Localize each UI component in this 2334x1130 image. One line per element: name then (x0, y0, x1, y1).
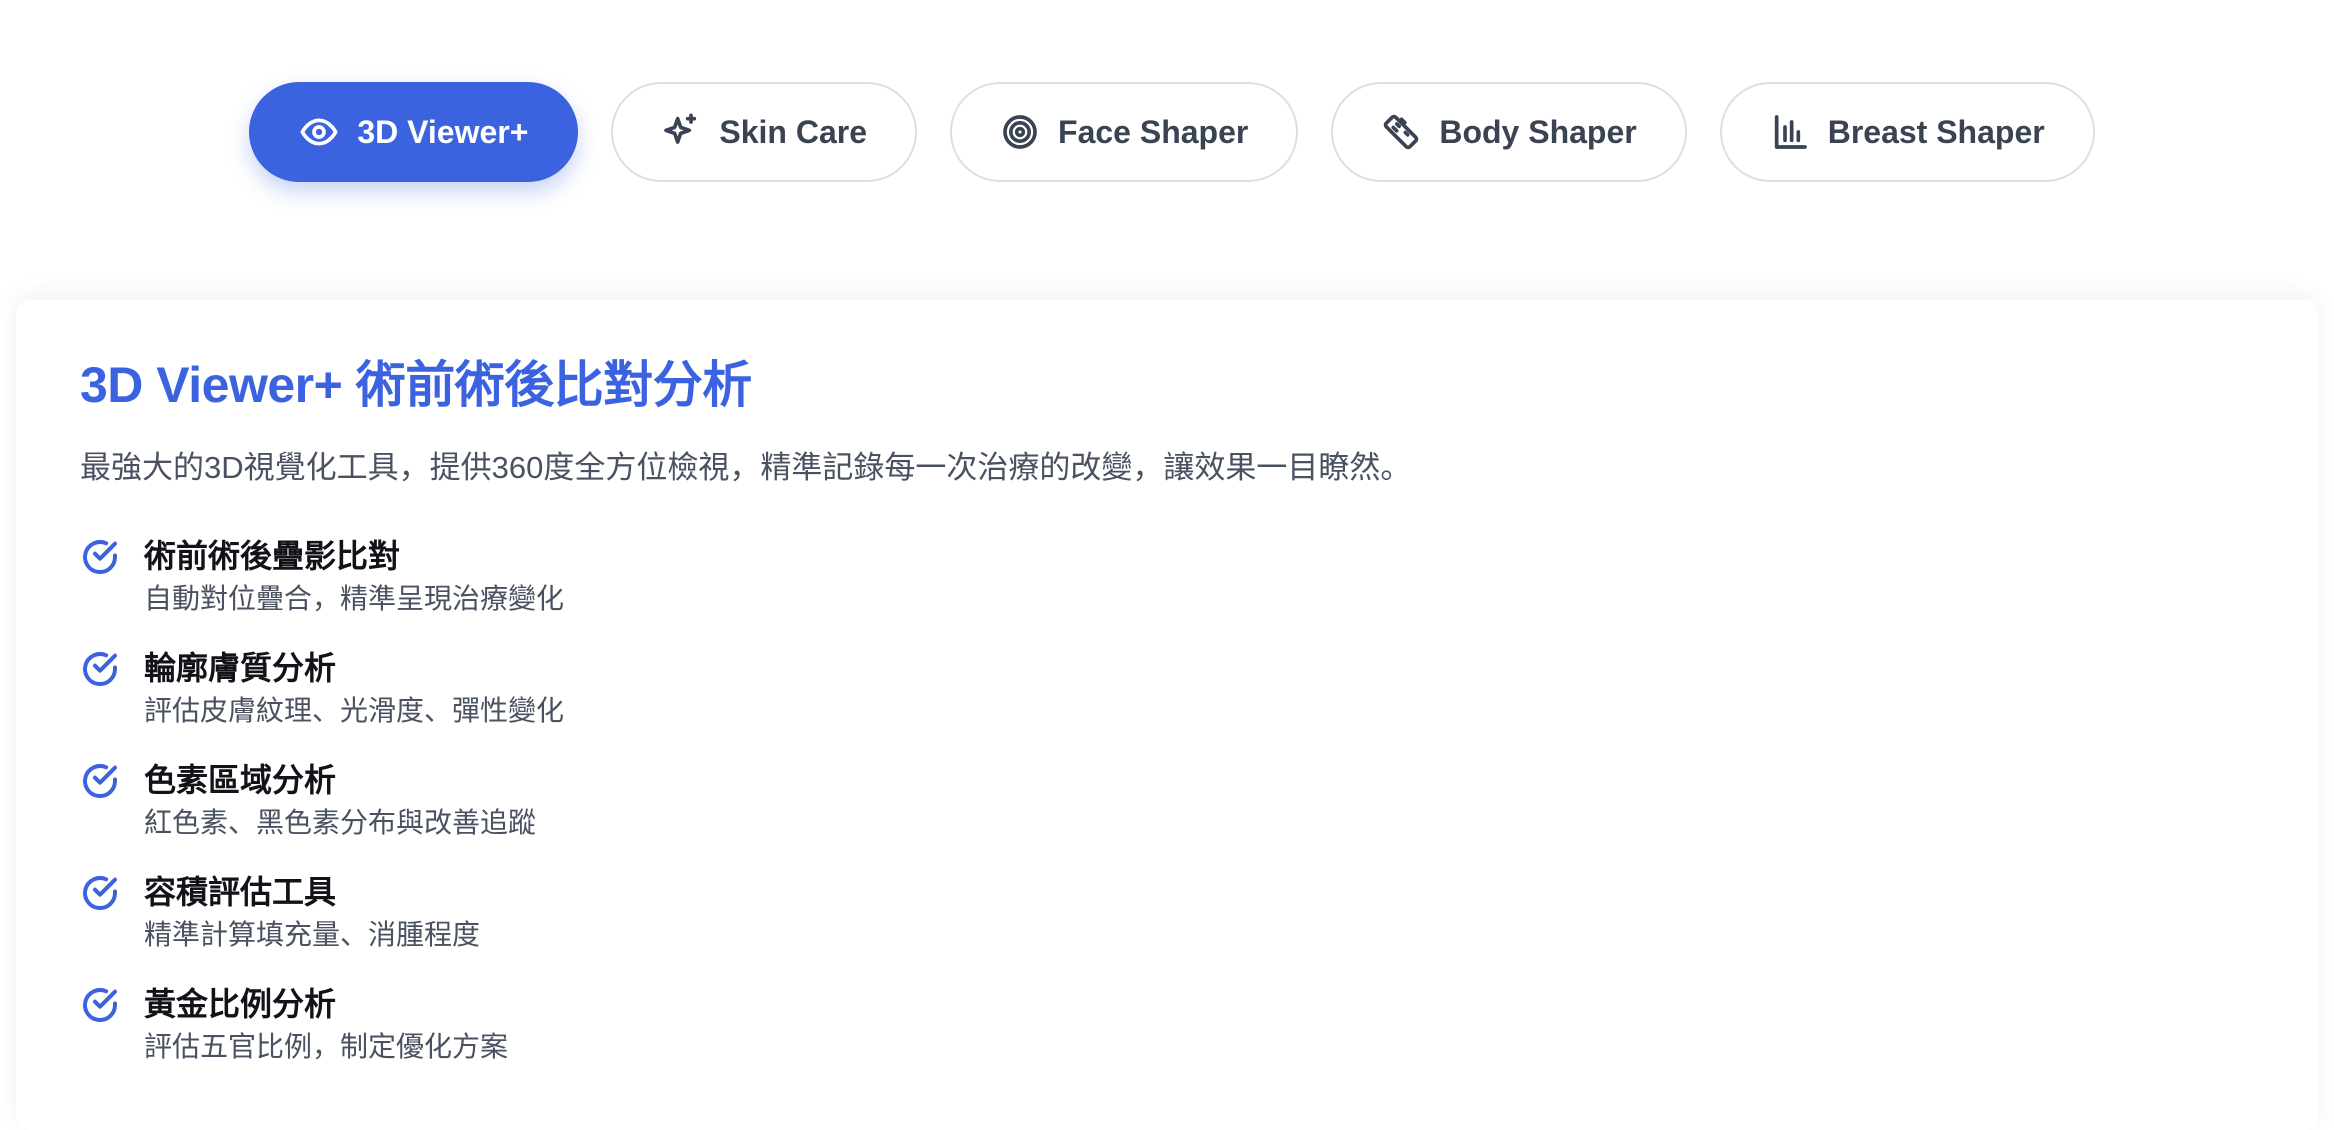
feature-description: 紅色素、黑色素分布與改善追蹤 (144, 807, 537, 838)
feature-title: 黃金比例分析 (144, 986, 337, 1022)
tab-label: Skin Care (719, 113, 868, 150)
panel-description: 最強大的3D視覺化工具，提供360度全方位檢視，精準記錄每一次治療的改變，讓效果… (80, 450, 1412, 485)
feature-title: 輪廓膚質分析 (144, 650, 337, 686)
tab-skin-care[interactable]: Skin Care (611, 82, 918, 182)
feature-description: 評估五官比例，制定優化方案 (144, 1031, 509, 1062)
feature-title: 容積評估工具 (144, 874, 337, 910)
tab-label: Breast Shaper (1827, 113, 2045, 150)
check-circle-icon (80, 985, 120, 1025)
list-item: 術前術後疊影比對 自動對位疊合，精準呈現治療變化 (80, 535, 564, 647)
panel-title: 3D Viewer+ 術前術後比對分析 (80, 357, 752, 413)
feature-description: 精準計算填充量、消腫程度 (144, 919, 481, 950)
tab-3d-viewer[interactable]: 3D Viewer+ (249, 82, 579, 182)
feature-description: 自動對位疊合，精準呈現治療變化 (144, 583, 565, 614)
feature-description: 評估皮膚紋理、光滑度、彈性變化 (144, 695, 565, 726)
list-item: 容積評估工具 精準計算填充量、消腫程度 (80, 871, 564, 983)
tab-label: Face Shaper (1058, 113, 1249, 150)
check-circle-icon (80, 649, 120, 689)
ruler-icon (1381, 112, 1421, 152)
feature-tabs: 3D Viewer+ Skin Care Face Shaper Body Sh… (0, 82, 2334, 182)
tab-label: Body Shaper (1439, 113, 1637, 150)
feature-title: 術前術後疊影比對 (144, 538, 401, 574)
list-item: 色素區域分析 紅色素、黑色素分布與改善追蹤 (80, 759, 564, 871)
tab-face-shaper[interactable]: Face Shaper (950, 82, 1299, 182)
list-item: 輪廓膚質分析 評估皮膚紋理、光滑度、彈性變化 (80, 647, 564, 759)
tab-label: 3D Viewer+ (357, 113, 529, 150)
eye-icon (299, 112, 339, 152)
feature-list: 術前術後疊影比對 自動對位疊合，精準呈現治療變化 輪廓膚質分析 評估皮膚紋理、光… (80, 535, 564, 1095)
bar-chart-icon (1770, 112, 1810, 152)
feature-panel: 3D Viewer+ 術前術後比對分析 最強大的3D視覺化工具，提供360度全方… (16, 300, 2318, 1130)
check-circle-icon (80, 537, 120, 577)
check-circle-icon (80, 873, 120, 913)
tab-breast-shaper[interactable]: Breast Shaper (1719, 82, 2095, 182)
target-icon (1000, 112, 1040, 152)
list-item: 黃金比例分析 評估五官比例，制定優化方案 (80, 983, 564, 1095)
tab-body-shaper[interactable]: Body Shaper (1331, 82, 1687, 182)
feature-title: 色素區域分析 (144, 762, 337, 798)
sparkles-icon (661, 112, 701, 152)
check-circle-icon (80, 761, 120, 801)
